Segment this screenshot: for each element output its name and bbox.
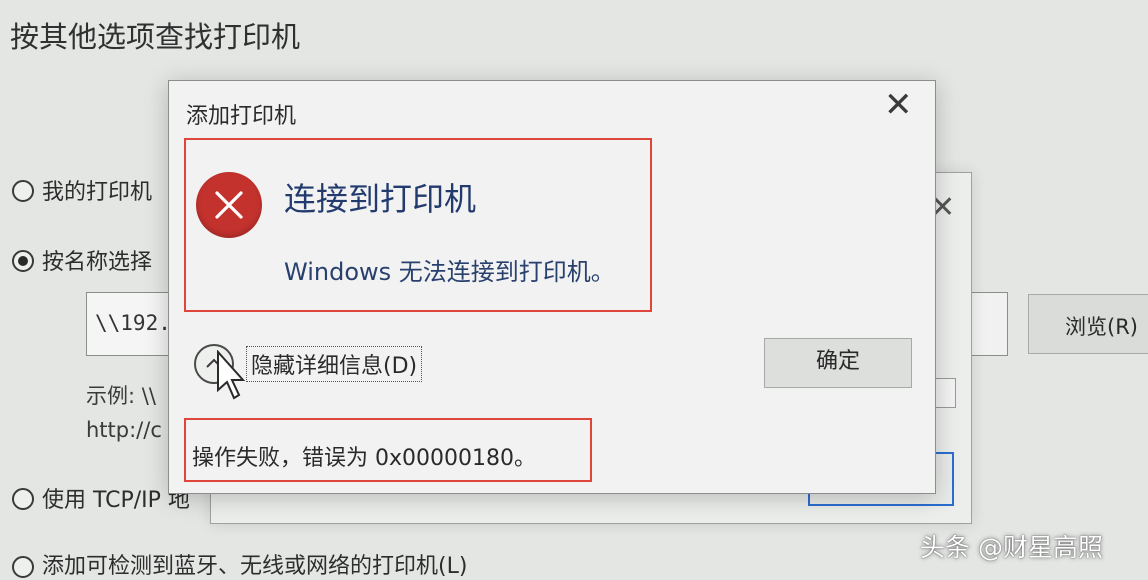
wizard-title: 按其他选项查找打印机 — [10, 20, 301, 54]
radio-my-printer[interactable] — [12, 180, 34, 202]
error-details-text: 操作失败，错误为 0x00000180。 — [192, 446, 536, 471]
mouse-cursor-icon — [217, 350, 246, 400]
radio-bluetooth-label: 添加可检测到蓝牙、无线或网络的打印机(L) — [42, 554, 468, 579]
watermark: 头条 @财星高照 — [920, 533, 1103, 562]
radio-tcpip[interactable] — [12, 488, 34, 510]
close-icon[interactable]: ✕ — [884, 88, 913, 122]
radio-select-by-name-label: 按名称选择 — [42, 250, 153, 275]
error-heading: 连接到打印机 — [284, 180, 477, 218]
example-text-2: http://c — [86, 418, 162, 442]
ok-button[interactable]: 确定 — [764, 338, 912, 388]
error-message: Windows 无法连接到打印机。 — [284, 258, 615, 286]
toggle-details-link[interactable]: 隐藏详细信息(D) — [246, 346, 423, 382]
radio-bluetooth[interactable] — [12, 556, 34, 578]
dialog-title: 添加打印机 — [186, 104, 297, 129]
radio-my-printer-label: 我的打印机 — [42, 180, 153, 205]
radio-select-by-name[interactable] — [12, 250, 34, 272]
example-text-1: 示例: \\ — [86, 384, 156, 408]
error-x-icon — [196, 172, 262, 238]
browse-button[interactable]: 浏览(R) — [1028, 294, 1148, 354]
